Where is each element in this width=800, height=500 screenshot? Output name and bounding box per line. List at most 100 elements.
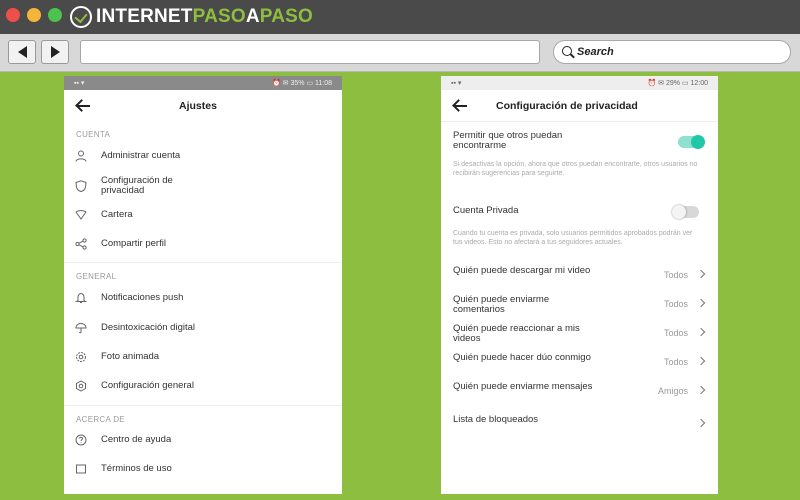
option-value: Todos (663, 270, 688, 280)
menu-item-label: Configuración general (101, 380, 194, 391)
bell-icon (74, 291, 88, 305)
gear-icon (74, 350, 88, 364)
document-icon (74, 462, 88, 476)
wallet-icon (74, 208, 88, 222)
share-icon (74, 237, 88, 251)
back-button[interactable] (8, 40, 36, 64)
option-label: Quién puede enviarme comentarios (453, 294, 550, 315)
section-label-general: GENERAL (76, 272, 117, 281)
toggle-knob (672, 205, 686, 219)
minimize-window-button[interactable] (27, 8, 41, 22)
option-row-descargar[interactable]: Quién puede descargar mi video Todos (453, 266, 706, 292)
find-me-setting: Permitir que otros puedan encontrarme (453, 131, 706, 151)
umbrella-icon (74, 321, 88, 335)
private-account-label: Cuenta Privada (453, 205, 519, 216)
privacy-settings-screen: ▪▪ ▾ ⏰ ✉ 29% ▭ 12:00 Configuración de pr… (441, 76, 718, 494)
chevron-right-icon (696, 418, 706, 428)
chevron-right-icon (696, 269, 706, 279)
logo-text-internet: INTERNET (96, 6, 193, 27)
signal-indicators: ▪▪ ▾ (451, 80, 462, 87)
menu-item-label: Notificaciones push (101, 292, 184, 303)
checkmark-logo-icon (70, 6, 92, 28)
status-bar: ▪▪ ▾ ⏰ ✉ 35% ▭ 11:08 (64, 76, 342, 90)
signal-indicators: ▪▪ ▾ (74, 80, 85, 87)
option-value: Todos (663, 299, 688, 309)
menu-item-desintoxicacion[interactable]: Desintoxicación digital (74, 315, 332, 341)
option-label: Lista de bloqueados (453, 414, 539, 425)
menu-item-label: Cartera (101, 209, 133, 220)
search-input[interactable]: Search (553, 40, 791, 64)
option-label: Quién puede descargar mi video (453, 265, 591, 276)
divider (441, 121, 718, 122)
logo-text-a: A (245, 6, 260, 27)
search-placeholder: Search (577, 46, 614, 58)
browser-toolbar: Search (0, 34, 800, 72)
back-arrow-icon[interactable] (453, 100, 467, 112)
menu-item-configuracion-general[interactable]: Configuración general (74, 373, 332, 399)
site-logo: INTERNET PASO A PASO (70, 6, 313, 28)
menu-item-label: Desintoxicación digital (101, 322, 195, 333)
logo-text-paso: PASO (192, 6, 246, 27)
private-account-description: Cuando tu cuenta es privada, solo usuari… (453, 230, 693, 246)
address-bar[interactable] (80, 40, 540, 64)
menu-item-label: Administrar cuenta (101, 150, 181, 161)
shield-icon (74, 179, 88, 193)
find-me-description: Si desactivas la opción, ahora que otros… (453, 161, 698, 177)
option-row-reaccionar[interactable]: Quién puede reaccionar a mis videos Todo… (453, 324, 706, 350)
back-arrow-icon (17, 46, 27, 58)
menu-item-label: Términos de uso (101, 463, 172, 474)
private-account-toggle[interactable] (672, 205, 699, 219)
title-bar: INTERNET PASO A PASO (0, 0, 800, 34)
find-me-label: Permitir que otros puedan encontrarme (453, 130, 563, 151)
person-icon (74, 149, 88, 163)
menu-item-compartir-perfil[interactable]: Compartir perfil (74, 231, 332, 257)
forward-button[interactable] (41, 40, 69, 64)
settings-icon (74, 379, 88, 393)
back-arrow-icon[interactable] (76, 100, 90, 112)
option-label: Quién puede reaccionar a mis videos (453, 323, 580, 344)
option-row-bloqueados[interactable]: Lista de bloqueados (453, 415, 706, 441)
menu-item-centro-ayuda[interactable]: Centro de ayuda (74, 427, 332, 453)
option-label: Quién puede hacer dúo conmigo (453, 352, 591, 363)
menu-item-label: Foto animada (101, 351, 160, 362)
help-icon (74, 433, 88, 447)
option-row-duo[interactable]: Quién puede hacer dúo conmigo Todos (453, 353, 706, 379)
settings-header: Ajustes (64, 94, 342, 120)
option-label: Quién puede enviarme mensajes (453, 381, 593, 392)
divider (64, 262, 342, 263)
page-title: Configuración de privacidad (496, 100, 638, 112)
menu-item-privacidad[interactable]: Configuración de privacidad (74, 173, 332, 199)
chevron-right-icon (696, 327, 706, 337)
close-window-button[interactable] (6, 8, 20, 22)
option-value: Todos (663, 357, 688, 367)
menu-item-notificaciones[interactable]: Notificaciones push (74, 285, 332, 311)
menu-item-cartera[interactable]: Cartera (74, 202, 332, 228)
chevron-right-icon (696, 356, 706, 366)
chevron-right-icon (696, 385, 706, 395)
privacy-header: Configuración de privacidad (441, 94, 718, 120)
menu-item-foto-animada[interactable]: Foto animada (74, 344, 332, 370)
search-icon (562, 46, 574, 58)
status-right: ⏰ ✉ 35% ▭ 11:08 (272, 80, 332, 87)
maximize-window-button[interactable] (48, 8, 62, 22)
section-label-acerca-de: ACERCA DE (76, 415, 125, 424)
toggle-knob (691, 135, 705, 149)
status-bar: ▪▪ ▾ ⏰ ✉ 29% ▭ 12:00 (441, 76, 718, 90)
menu-item-label: Centro de ayuda (101, 434, 172, 445)
option-value: Todos (663, 328, 688, 338)
forward-arrow-icon (50, 46, 60, 58)
chevron-right-icon (696, 298, 706, 308)
menu-item-terminos[interactable]: Términos de uso (74, 456, 332, 482)
menu-item-label: Configuración de privacidad (101, 175, 173, 196)
option-row-mensajes[interactable]: Quién puede enviarme mensajes Amigos (453, 382, 706, 408)
option-row-comentarios[interactable]: Quién puede enviarme comentarios Todos (453, 295, 706, 321)
menu-item-label: Compartir perfil (101, 238, 166, 249)
menu-item-administrar-cuenta[interactable]: Administrar cuenta (74, 143, 332, 169)
status-right: ⏰ ✉ 29% ▭ 12:00 (647, 80, 708, 87)
find-me-toggle[interactable] (678, 135, 705, 149)
section-label-cuenta: CUENTA (76, 130, 111, 139)
private-account-setting: Cuenta Privada (453, 206, 706, 216)
logo-text-paso-2: PASO (259, 6, 314, 27)
divider (64, 405, 342, 406)
option-value: Amigos (657, 386, 688, 396)
